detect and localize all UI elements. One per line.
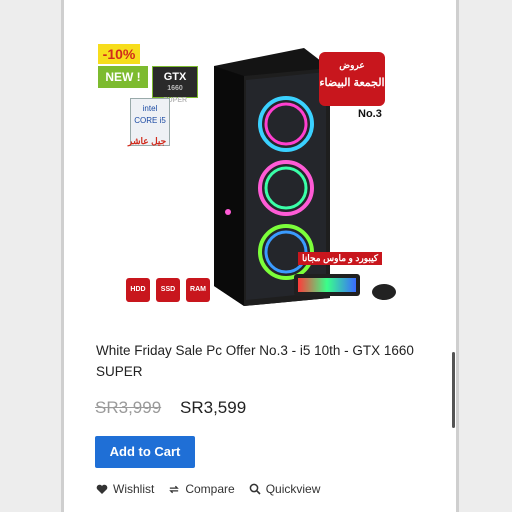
right-gutter — [456, 0, 512, 512]
search-icon — [249, 483, 261, 495]
discount-badge: -10% — [98, 44, 140, 64]
ram-badge: RAM — [186, 278, 210, 302]
add-to-cart-button[interactable]: Add to Cart — [95, 436, 195, 468]
offer-number: No.3 — [358, 108, 382, 120]
cpu-generation-note: جيل عاشر — [128, 136, 167, 146]
ssd-badge: SSD — [156, 278, 180, 302]
white-friday-top: عروض — [339, 60, 365, 70]
gpu-badge: GTX 1660 SUPER — [152, 66, 198, 104]
wishlist-label: Wishlist — [113, 482, 155, 496]
cpu-label: CORE i5 — [134, 116, 166, 125]
heart-icon — [96, 483, 108, 495]
free-keyboard-note: كيبورد و ماوس مجانا — [298, 252, 383, 265]
sale-price: SR3,599 — [180, 398, 247, 417]
white-friday-main: الجمعة البيضاء — [319, 77, 385, 89]
wishlist-link[interactable]: Wishlist — [96, 482, 154, 496]
product-image[interactable]: -10% NEW ! GTX 1660 SUPER intel CORE i5 … — [94, 36, 424, 318]
product-title[interactable]: White Friday Sale Pc Offer No.3 - i5 10t… — [96, 340, 416, 382]
compare-link[interactable]: Compare — [168, 482, 235, 496]
product-actions: Wishlist Compare Quickview — [96, 482, 320, 496]
quickview-link[interactable]: Quickview — [249, 482, 321, 496]
white-friday-badge: عروض الجمعة البيضاء — [319, 52, 385, 106]
compare-arrows-icon — [168, 483, 180, 495]
scrollbar[interactable] — [452, 352, 455, 428]
gpu-model: 1660 — [167, 85, 183, 92]
new-badge: NEW ! — [98, 66, 148, 88]
cpu-brand: intel — [142, 104, 158, 113]
gpu-label: GTX — [163, 71, 187, 83]
hdd-badge: HDD — [126, 278, 150, 302]
left-gutter — [0, 0, 64, 512]
old-price: SR3,999 — [95, 398, 162, 417]
quickview-label: Quickview — [265, 482, 321, 496]
compare-label: Compare — [185, 482, 235, 496]
product-card: -10% NEW ! GTX 1660 SUPER intel CORE i5 … — [64, 0, 456, 512]
